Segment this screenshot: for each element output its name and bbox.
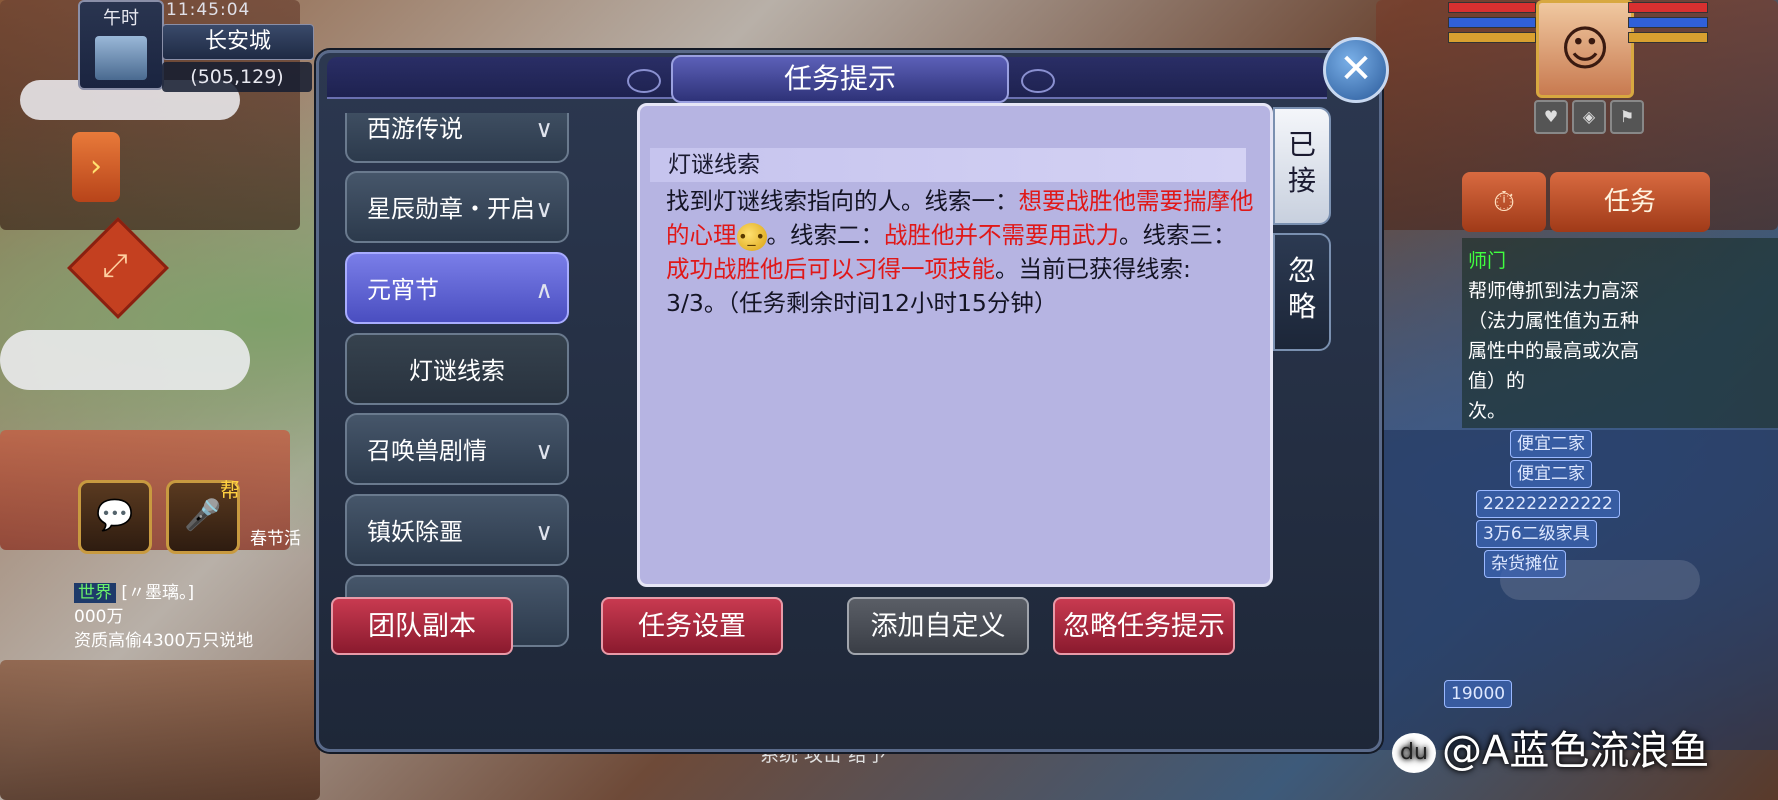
- chat-bubble-button[interactable]: 💬: [78, 480, 152, 554]
- player-coordinates: (505,129): [162, 62, 312, 92]
- close-button[interactable]: ✕: [1323, 37, 1389, 103]
- stall-list-item[interactable]: 杂货摊位: [1484, 550, 1566, 578]
- category-star-medal[interactable]: 星辰勋章・开启 ∨: [345, 171, 569, 243]
- chevron-down-icon: ∨: [535, 437, 553, 465]
- stall-list-item[interactable]: 19000: [1444, 680, 1513, 708]
- tracker-line: 次。: [1468, 400, 1507, 422]
- stall-list-item[interactable]: 222222222222: [1476, 490, 1620, 518]
- sweat-emoji-icon: •_•: [736, 222, 767, 251]
- tracker-line: （法力属性值为五种: [1468, 310, 1640, 332]
- tab-ignored[interactable]: 忽略: [1273, 233, 1331, 351]
- pet-bars: [1628, 2, 1708, 47]
- chevron-down-icon: ∨: [535, 195, 553, 223]
- heart-icon[interactable]: ♥: [1534, 100, 1568, 134]
- gang-label: 帮: [220, 478, 240, 502]
- clue-three: 成功战胜他后可以习得一项技能: [666, 255, 995, 283]
- current-city[interactable]: 长安城: [162, 24, 314, 60]
- stopwatch-icon: ⏱: [1493, 185, 1515, 218]
- stall-list-item[interactable]: 便宜二家: [1510, 430, 1592, 458]
- flag-icon[interactable]: ⚑: [1610, 100, 1644, 134]
- task-button[interactable]: 任务: [1550, 172, 1710, 232]
- expand-menu-arrow-icon[interactable]: ›: [72, 132, 120, 202]
- team-dungeon-button[interactable]: 团队副本: [331, 597, 513, 655]
- ignore-task-hint-button[interactable]: 忽略任务提示: [1053, 597, 1235, 655]
- timer-button[interactable]: ⏱: [1462, 172, 1546, 232]
- clue-two: 战胜他并不需要用武力: [884, 221, 1119, 249]
- category-lantern-festival[interactable]: 元宵节 ∧: [345, 252, 569, 324]
- tracker-line: 帮师傅抓到法力高深: [1468, 280, 1640, 302]
- category-demon-slaying[interactable]: 镇妖除噩 ∨: [345, 494, 569, 566]
- chevron-down-icon: ∨: [535, 115, 553, 143]
- close-icon: ✕: [1339, 46, 1373, 92]
- speech-bubble-icon: 💬: [96, 498, 134, 533]
- cloud-ornament-icon: [1021, 69, 1055, 93]
- tracker-line: 值）的: [1468, 370, 1526, 392]
- chevron-down-icon: ∨: [535, 518, 553, 546]
- task-detail-text: 找到灯谜线索指向的人。线索一：想要战胜他需要揣摩他的心理•_•。线索二：战胜他并…: [666, 187, 1254, 317]
- chat-line-3: 资质高偷4300万只说地: [74, 631, 254, 651]
- event-label[interactable]: 春节活: [250, 524, 301, 549]
- system-clock: 11:45:04: [166, 0, 251, 20]
- stall-list: 便宜二家 便宜二家 222222222222 3万6二级家具 杂货摊位 19000: [1376, 430, 1778, 750]
- stall-list-item[interactable]: 3万6二级家具: [1476, 520, 1597, 548]
- task-settings-button[interactable]: 任务设置: [601, 597, 783, 655]
- stall-list-item[interactable]: 便宜二家: [1510, 460, 1592, 488]
- time-of-day-label: 午时: [103, 8, 139, 29]
- tracker-line: 师门: [1468, 250, 1507, 272]
- dialog-title: 任务提示: [671, 55, 1009, 103]
- time-of-day-panel[interactable]: 午时: [78, 0, 164, 90]
- quest-tracker[interactable]: 师门帮师傅抓到法力高深 （法力属性值为五种 属性中的最高或次高 值）的次。: [1462, 238, 1778, 428]
- expand-arrows-icon: ⤢: [102, 246, 128, 284]
- character-portrait-icon: ☺: [1559, 21, 1611, 77]
- add-custom-button[interactable]: 添加自定义: [847, 597, 1029, 655]
- chevron-up-icon: ∧: [535, 276, 553, 304]
- chat-line-2: 000万: [74, 607, 124, 627]
- paw-logo-icon: du: [1392, 733, 1436, 773]
- chat-channel: 世界: [74, 583, 116, 603]
- cloud-ornament-icon: [627, 69, 661, 93]
- watermark: du @A蓝色流浪鱼: [1392, 718, 1709, 776]
- tracker-line: 属性中的最高或次高: [1468, 340, 1640, 362]
- task-hint-dialog: 任务提示 ✕ 西游传说 ∨ 星辰勋章・开启 ∨ 元宵节 ∧ 灯谜线索 召唤兽剧情…: [316, 37, 1389, 752]
- category-xiyou-legend[interactable]: 西游传说 ∨: [345, 113, 569, 163]
- microphone-icon: 🎤: [184, 498, 222, 533]
- player-avatar[interactable]: ☺: [1536, 0, 1634, 98]
- task-detail-title: 灯谜线索: [650, 148, 1246, 182]
- shield-icon[interactable]: ◈: [1572, 100, 1606, 134]
- pagoda-icon: [95, 36, 147, 80]
- tab-accepted[interactable]: 已接: [1273, 107, 1331, 225]
- task-detail-panel: 灯谜线索 找到灯谜线索指向的人。线索一：想要战胜他需要揣摩他的心理•_•。线索二…: [637, 103, 1273, 587]
- subcategory-riddle-clue[interactable]: 灯谜线索: [345, 333, 569, 405]
- health-bars: [1448, 2, 1536, 47]
- dialog-header: 任务提示: [327, 55, 1327, 103]
- category-summon-beast-story[interactable]: 召唤兽剧情 ∨: [345, 413, 569, 485]
- chat-line-1: 世界 [〃墨璃。]: [74, 578, 194, 603]
